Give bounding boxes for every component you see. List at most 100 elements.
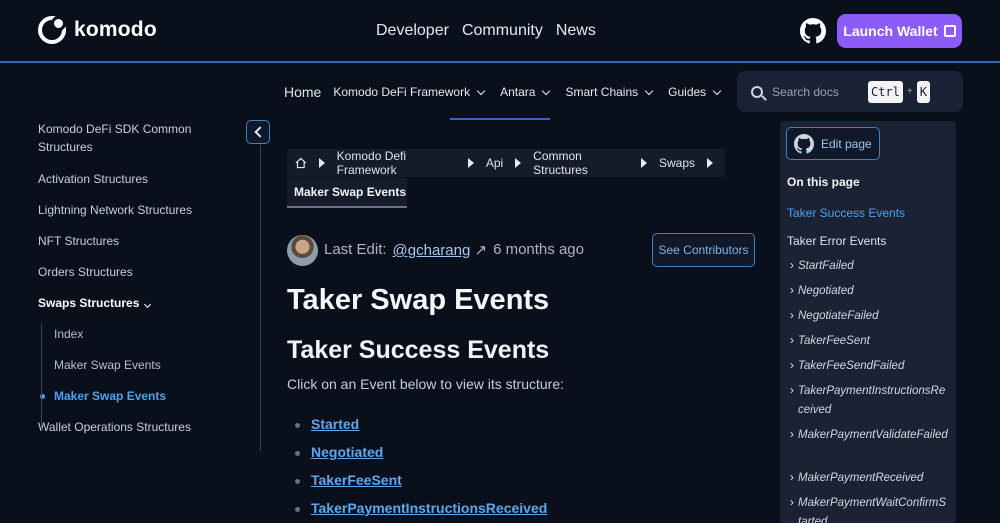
sidebar-item-activation-structures[interactable]: Activation Structures bbox=[38, 170, 238, 188]
launch-wallet-label: Launch Wallet bbox=[843, 23, 938, 39]
editor-link[interactable]: @gcharang ↗ bbox=[393, 241, 488, 259]
brand-name: komodo bbox=[74, 18, 157, 41]
breadcrumb-current: Maker Swap Events bbox=[287, 178, 407, 208]
shortcut-key-k: K bbox=[916, 80, 930, 103]
toc-item-makerpaymentwaitconfirmstarted[interactable]: MakerPaymentWaitConfirmStarted bbox=[790, 494, 948, 523]
sidebar-item-sdk-common-structures[interactable]: Komodo DeFi SDK Common Structures bbox=[38, 120, 238, 156]
collapse-sidebar-button[interactable] bbox=[246, 120, 270, 144]
sidebar-item-index[interactable]: Index bbox=[54, 325, 254, 343]
subnav-label: Antara bbox=[500, 85, 536, 99]
subnav-komodo-defi-framework[interactable]: Komodo DeFi Framework bbox=[333, 85, 488, 99]
list-item: TakerPaymentInstructionsReceived bbox=[295, 500, 547, 516]
edit-page-button[interactable]: Edit page bbox=[786, 127, 880, 160]
breadcrumb-separator-icon bbox=[318, 158, 325, 168]
sidebar-item-wallet-operations-structures[interactable]: Wallet Operations Structures bbox=[38, 418, 238, 436]
home-icon[interactable] bbox=[295, 157, 307, 169]
shortcut-plus: + bbox=[906, 86, 913, 97]
toc-item-startfailed[interactable]: StartFailed bbox=[790, 257, 948, 276]
sidebar-item-lightning-network-structures[interactable]: Lightning Network Structures bbox=[38, 201, 238, 219]
toc-item-negotiated[interactable]: Negotiated bbox=[790, 282, 948, 301]
bullet bbox=[295, 478, 300, 484]
search-docs-input[interactable]: Search docs Ctrl + K bbox=[737, 71, 963, 112]
breadcrumb-komodo-defi-framework[interactable]: Komodo Defi Framework bbox=[337, 149, 456, 177]
bullet bbox=[295, 450, 300, 456]
launch-wallet-button[interactable]: Launch Wallet bbox=[837, 14, 962, 48]
chevron-down-icon bbox=[712, 86, 722, 95]
sidebar-item-maker-swap-events-current[interactable]: Maker Swap Events bbox=[40, 387, 254, 405]
komodo-logo-icon bbox=[38, 16, 66, 44]
last-edit-info: Last Edit: @gcharang ↗ 6 months ago bbox=[324, 241, 584, 259]
list-item: TakerFeeSent bbox=[295, 472, 402, 488]
event-link-takerpaymentinstructionsreceived[interactable]: TakerPaymentInstructionsReceived bbox=[311, 500, 547, 516]
editor-username: @gcharang bbox=[392, 242, 471, 259]
search-placeholder: Search docs bbox=[772, 84, 839, 99]
sidebar-divider bbox=[260, 145, 261, 451]
shortcut-key-ctrl: Ctrl bbox=[868, 80, 903, 103]
subnav-label: Komodo DeFi Framework bbox=[333, 85, 471, 99]
event-link-takerfeesent[interactable]: TakerFeeSent bbox=[311, 472, 402, 488]
toc-item-taker-success-events[interactable]: Taker Success Events bbox=[787, 204, 905, 223]
breadcrumb: Komodo Defi Framework Api Common Structu… bbox=[287, 149, 725, 177]
sidebar-item-swaps-structures[interactable]: Swaps Structures bbox=[38, 294, 238, 312]
subnav-label: Guides bbox=[668, 85, 707, 99]
section-heading: Taker Success Events bbox=[287, 336, 550, 364]
breadcrumb-separator-icon bbox=[467, 158, 474, 168]
toc-item-negotiatefailed[interactable]: NegotiateFailed bbox=[790, 307, 948, 326]
last-edit-label: Last Edit: bbox=[324, 241, 387, 258]
see-contributors-button[interactable]: See Contributors bbox=[652, 233, 755, 267]
nav-community[interactable]: Community bbox=[462, 22, 543, 40]
sidebar-item-label: Maker Swap Events bbox=[54, 389, 167, 403]
sidebar-item-orders-structures[interactable]: Orders Structures bbox=[38, 263, 238, 281]
breadcrumb-separator-icon bbox=[707, 158, 713, 168]
chevron-down-icon bbox=[476, 86, 486, 95]
github-icon[interactable] bbox=[800, 18, 826, 44]
list-item: Negotiated bbox=[295, 444, 383, 460]
nav-news[interactable]: News bbox=[556, 22, 596, 40]
komodo-logo[interactable]: komodo bbox=[38, 16, 157, 44]
chevron-down-icon bbox=[644, 86, 654, 95]
docs-subnav: Home Komodo DeFi Framework Antara Smart … bbox=[284, 84, 724, 100]
sidebar-item-maker-swap-events[interactable]: Maker Swap Events bbox=[54, 356, 254, 374]
subnav-active-indicator bbox=[450, 118, 550, 120]
chevron-down-icon bbox=[144, 300, 152, 309]
event-link-negotiated[interactable]: Negotiated bbox=[311, 444, 383, 460]
toc-item-makerpaymentvalidatefailed[interactable]: MakerPaymentValidateFailed bbox=[790, 426, 948, 445]
toc-item-takerfeesendfailed[interactable]: TakerFeeSendFailed bbox=[790, 357, 948, 376]
bullet bbox=[295, 506, 300, 512]
sidebar-item-label: Swaps Structures bbox=[38, 296, 140, 310]
breadcrumb-separator-icon bbox=[640, 158, 647, 168]
sidebar-item-nft-structures[interactable]: NFT Structures bbox=[38, 232, 238, 250]
list-item: Started bbox=[295, 416, 359, 432]
external-arrow-icon: ↗ bbox=[474, 242, 488, 259]
breadcrumb-separator-icon bbox=[515, 158, 522, 168]
toc-title: On this page bbox=[787, 175, 860, 189]
search-icon bbox=[751, 85, 763, 98]
github-icon bbox=[794, 133, 814, 154]
top-navbar: komodo Developer Community News Launch W… bbox=[0, 0, 1000, 63]
breadcrumb-common-structures[interactable]: Common Structures bbox=[533, 149, 629, 177]
page-title: Taker Swap Events bbox=[287, 284, 550, 316]
subnav-smart-chains[interactable]: Smart Chains bbox=[565, 85, 656, 99]
edit-page-label: Edit page bbox=[821, 136, 872, 151]
sidebar-tree-line bbox=[41, 323, 42, 431]
intro-text: Click on an Event below to view its stru… bbox=[287, 376, 565, 392]
breadcrumb-api[interactable]: Api bbox=[486, 156, 503, 170]
breadcrumb-swaps[interactable]: Swaps bbox=[659, 156, 695, 170]
bullet bbox=[295, 422, 300, 428]
subnav-antara[interactable]: Antara bbox=[500, 85, 553, 99]
subnav-home[interactable]: Home bbox=[284, 84, 321, 100]
toc-item-taker-error-events[interactable]: Taker Error Events bbox=[787, 232, 886, 251]
toc-item-takerfeesent[interactable]: TakerFeeSent bbox=[790, 332, 948, 351]
subnav-label: Smart Chains bbox=[565, 85, 639, 99]
last-edit-time: 6 months ago bbox=[493, 241, 584, 258]
toc-item-takerpaymentinstructionsreceived[interactable]: TakerPaymentInstructionsReceived bbox=[790, 382, 948, 420]
event-link-started[interactable]: Started bbox=[311, 416, 359, 432]
nav-developer[interactable]: Developer bbox=[376, 22, 449, 40]
table-of-contents: Edit page On this page Taker Success Eve… bbox=[780, 121, 956, 523]
avatar bbox=[287, 235, 318, 266]
toc-item-makerpaymentreceived[interactable]: MakerPaymentReceived bbox=[790, 469, 948, 488]
subnav-guides[interactable]: Guides bbox=[668, 85, 724, 99]
main-nav: Developer Community News bbox=[376, 22, 596, 40]
external-link-icon bbox=[943, 25, 956, 37]
chevron-down-icon bbox=[542, 86, 551, 95]
